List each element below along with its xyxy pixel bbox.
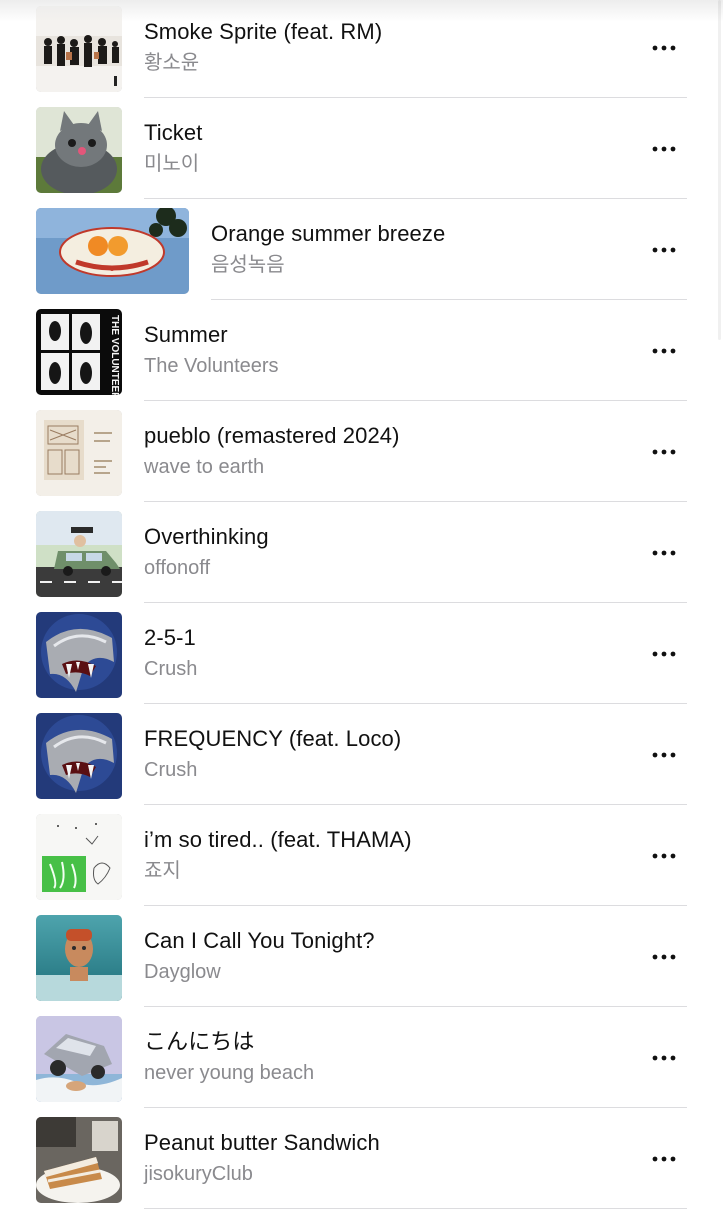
song-title: Peanut butter Sandwich [144, 1130, 643, 1156]
album-artwork[interactable] [36, 107, 122, 193]
more-horizontal-icon [652, 752, 676, 758]
more-horizontal-icon [652, 954, 676, 960]
more-horizontal-icon [652, 146, 676, 152]
song-text: 2-5-1 Crush [144, 625, 643, 681]
song-artist: never young beach [144, 1061, 643, 1085]
song-text: Orange summer breeze 음성녹음 [211, 221, 643, 277]
song-title: i’m so tired.. (feat. THAMA) [144, 827, 643, 853]
song-row[interactable]: こんにちは never young beach [0, 1007, 723, 1108]
album-artwork[interactable] [36, 1016, 122, 1102]
song-artist: 음성녹음 [211, 253, 643, 277]
more-options-button[interactable] [644, 336, 684, 366]
song-artist: 황소윤 [144, 51, 643, 75]
song-artist: jisokuryClub [144, 1162, 643, 1186]
album-artwork[interactable] [36, 713, 122, 799]
song-row[interactable]: Orange summer breeze 음성녹음 [0, 199, 723, 300]
more-options-button[interactable] [644, 437, 684, 467]
svg-text:THE VOLUNTEERS: THE VOLUNTEERS [109, 315, 120, 395]
song-artist: Crush [144, 657, 643, 681]
song-text: i’m so tired.. (feat. THAMA) 죠지 [144, 827, 643, 883]
song-row[interactable]: THE VOLUNTEERS Summer The Volunteers [0, 300, 723, 401]
song-title: pueblo (remastered 2024) [144, 423, 643, 449]
more-options-button[interactable] [644, 1043, 684, 1073]
song-text: Summer The Volunteers [144, 322, 643, 378]
more-horizontal-icon [652, 651, 676, 657]
more-options-button[interactable] [644, 841, 684, 871]
song-title: こんにちは [144, 1029, 643, 1055]
song-artist: offonoff [144, 556, 643, 580]
more-options-button[interactable] [644, 235, 684, 265]
song-text: pueblo (remastered 2024) wave to earth [144, 423, 643, 479]
album-artwork[interactable] [36, 612, 122, 698]
song-title: FREQUENCY (feat. Loco) [144, 726, 643, 752]
more-options-button[interactable] [644, 639, 684, 669]
song-row[interactable]: FREQUENCY (feat. Loco) Crush [0, 704, 723, 805]
song-title: Ticket [144, 120, 643, 146]
song-text: Smoke Sprite (feat. RM) 황소윤 [144, 19, 643, 75]
song-text: Can I Call You Tonight? Dayglow [144, 928, 643, 984]
song-row[interactable]: Peanut butter Sandwich jisokuryClub [0, 1108, 723, 1209]
song-title: Can I Call You Tonight? [144, 928, 643, 954]
more-options-button[interactable] [644, 538, 684, 568]
song-title: Summer [144, 322, 643, 348]
song-row[interactable]: Can I Call You Tonight? Dayglow [0, 906, 723, 1007]
song-title: Smoke Sprite (feat. RM) [144, 19, 643, 45]
album-artwork[interactable] [36, 410, 122, 496]
more-options-button[interactable] [644, 33, 684, 63]
song-row[interactable]: Smoke Sprite (feat. RM) 황소윤 [0, 0, 723, 98]
more-horizontal-icon [652, 1156, 676, 1162]
more-horizontal-icon [652, 348, 676, 354]
more-options-button[interactable] [644, 134, 684, 164]
song-text: Ticket 미노이 [144, 120, 643, 176]
song-list: Smoke Sprite (feat. RM) 황소윤 Ticket 미노이 [0, 0, 723, 1209]
song-text: Peanut butter Sandwich jisokuryClub [144, 1130, 643, 1186]
song-row[interactable]: Ticket 미노이 [0, 98, 723, 199]
song-title: Orange summer breeze [211, 221, 643, 247]
song-artist: 죠지 [144, 859, 643, 883]
more-options-button[interactable] [644, 942, 684, 972]
song-row[interactable]: Overthinking offonoff [0, 502, 723, 603]
song-artist: 미노이 [144, 152, 643, 176]
song-text: Overthinking offonoff [144, 524, 643, 580]
more-horizontal-icon [652, 853, 676, 859]
album-artwork[interactable] [36, 1117, 122, 1203]
scrollbar[interactable] [718, 0, 721, 340]
more-horizontal-icon [652, 247, 676, 253]
song-title: Overthinking [144, 524, 643, 550]
song-row[interactable]: 2-5-1 Crush [0, 603, 723, 704]
album-artwork[interactable] [36, 208, 189, 294]
album-artwork[interactable] [36, 511, 122, 597]
song-artist: wave to earth [144, 455, 643, 479]
more-options-button[interactable] [644, 1144, 684, 1174]
song-row[interactable]: i’m so tired.. (feat. THAMA) 죠지 [0, 805, 723, 906]
song-artist: Dayglow [144, 960, 643, 984]
song-title: 2-5-1 [144, 625, 643, 651]
more-horizontal-icon [652, 550, 676, 556]
album-artwork[interactable] [36, 6, 122, 92]
song-artist: The Volunteers [144, 354, 643, 378]
more-horizontal-icon [652, 45, 676, 51]
album-artwork[interactable] [36, 814, 122, 900]
song-artist: Crush [144, 758, 643, 782]
more-horizontal-icon [652, 449, 676, 455]
song-text: こんにちは never young beach [144, 1029, 643, 1085]
more-options-button[interactable] [644, 740, 684, 770]
album-artwork[interactable]: THE VOLUNTEERS [36, 309, 122, 395]
song-text: FREQUENCY (feat. Loco) Crush [144, 726, 643, 782]
album-artwork[interactable] [36, 915, 122, 1001]
more-horizontal-icon [652, 1055, 676, 1061]
song-row[interactable]: pueblo (remastered 2024) wave to earth [0, 401, 723, 502]
